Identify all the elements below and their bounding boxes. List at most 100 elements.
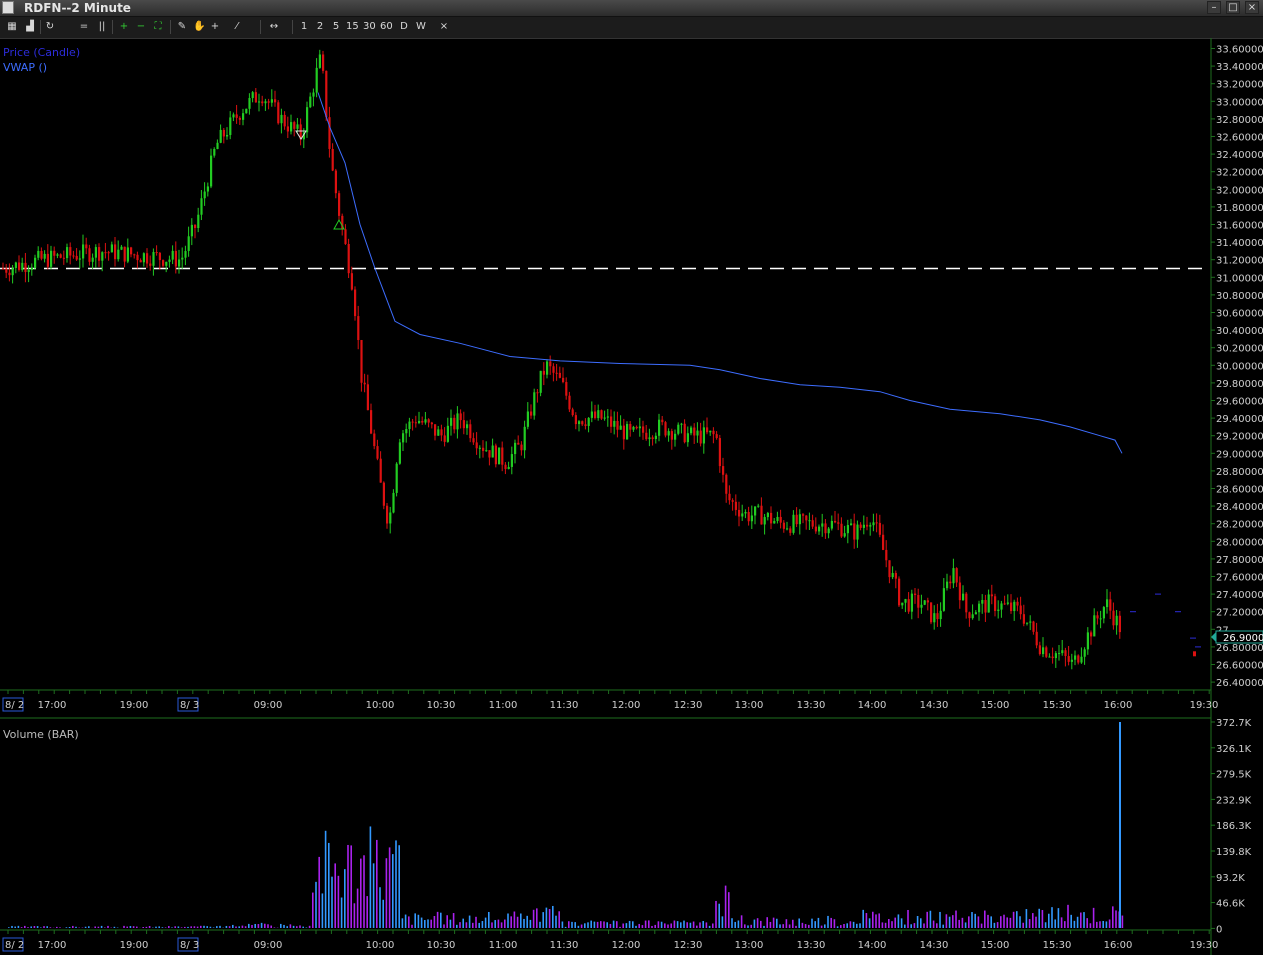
scroll-icon[interactable]: ↔ [268,19,280,35]
price-tick-label: 33.40000 [1216,62,1263,73]
interval-15[interactable]: 15 [346,19,359,35]
candle-body [373,433,376,447]
volume-bar [88,926,90,928]
chart-style-icon[interactable]: ▦ [6,19,18,35]
horizontal-lines-icon[interactable]: = [78,19,90,35]
close-window-button[interactable]: × [1245,1,1259,14]
candle-body [859,524,862,528]
candle-body [565,382,568,396]
interval-5[interactable]: 5 [330,19,342,35]
volume-bar [872,911,874,928]
volume-bar [497,919,500,928]
volume-bar [296,926,298,928]
candle-body [824,523,827,534]
interval-2[interactable]: 2 [314,19,326,35]
candle-body [1003,603,1006,605]
candle-body [875,522,878,524]
volume-bar [187,926,189,928]
volume-bar [702,920,704,928]
candle-body [446,425,449,442]
trendline-icon[interactable]: ⁄ [231,19,243,35]
price-tick-label: 30.20000 [1216,344,1263,355]
candle-body [757,505,760,507]
volume-bar [587,922,589,928]
volume-bar [11,925,13,928]
remove-interval-button[interactable]: × [438,19,450,35]
candle-body [78,258,81,260]
candle-body [574,415,577,425]
volume-tick-label: 326.1K [1216,744,1252,755]
candle-body [920,604,923,608]
candle-body [923,600,926,605]
minimize-button[interactable]: – [1207,1,1221,14]
candle-body [398,442,401,464]
volume-bar [228,926,231,928]
volume-bar [555,915,557,928]
candle-body [1074,655,1077,660]
price-tick-label: 26.80000 [1216,643,1263,654]
refresh-icon[interactable]: ↻ [44,19,56,35]
candle-body [133,254,136,256]
volume-bar [580,924,583,928]
price-axis: 33.60000 33.40000 33.20000 33.00000 32.80000… [1211,45,1263,689]
volume-bar [683,920,685,928]
price-tick-label: 26.40000 [1216,678,1263,689]
volume-bar [936,923,938,928]
candle-body [760,505,763,525]
volume-bar [244,926,247,928]
candle-body [1093,615,1096,637]
date-marker-label: 8/ 2 [5,700,24,711]
candle-body [1090,632,1093,637]
candle-body [318,54,321,68]
legend-vwap: VWAP () [3,61,47,74]
chart-type-icon[interactable]: ▟ [24,19,36,35]
volume-bar [33,926,36,928]
candle-body [322,54,325,71]
volume-bar [977,916,980,928]
interval-60[interactable]: 60 [380,19,393,35]
volume-bar [356,888,359,928]
candle-body [475,442,478,449]
interval-30[interactable]: 30 [363,19,376,35]
volume-bar [680,922,682,928]
volume-bar [1016,911,1018,928]
interval-daily[interactable]: D [398,19,410,35]
candle-body [898,578,901,606]
volume-bar [280,923,282,928]
volume-bar [20,927,23,928]
volume-bar [462,918,464,928]
volume-bar [65,927,68,928]
candle-body [715,434,718,439]
volume-bar [1086,918,1088,928]
candle-body [280,114,283,124]
candle-body [718,438,721,467]
candle-body [990,594,993,597]
volume-bar [491,922,493,928]
fit-icon[interactable]: ⛶ [152,19,164,35]
candle-body [350,273,353,290]
volume-bar [612,920,615,928]
volume-bar [449,919,452,928]
candle-body [66,247,69,259]
zoom-in-icon[interactable]: + [118,19,130,35]
volume-bar [817,917,820,928]
candle-body [88,248,91,262]
candle-body [968,612,971,619]
vertical-lines-icon[interactable]: || [96,19,108,35]
time-label: 14:30 [920,940,949,951]
pencil-icon[interactable]: ✎ [176,19,188,35]
crosshair-icon[interactable]: + [209,19,221,35]
hand-icon[interactable]: ✋ [193,19,205,35]
candle-body [53,250,56,256]
candle-body [376,446,379,459]
candle-body [178,259,181,267]
chart-area[interactable]: 33.60000 33.40000 33.20000 33.00000 32.80000… [0,38,1263,955]
candle-body [552,366,555,373]
interval-1[interactable]: 1 [298,19,310,35]
interval-weekly[interactable]: W [415,19,427,35]
volume-bar [308,925,311,928]
volume-bar [36,926,39,928]
maximize-button[interactable]: □ [1226,1,1240,14]
candle-body [450,417,453,426]
zoom-out-icon[interactable]: − [135,19,147,35]
